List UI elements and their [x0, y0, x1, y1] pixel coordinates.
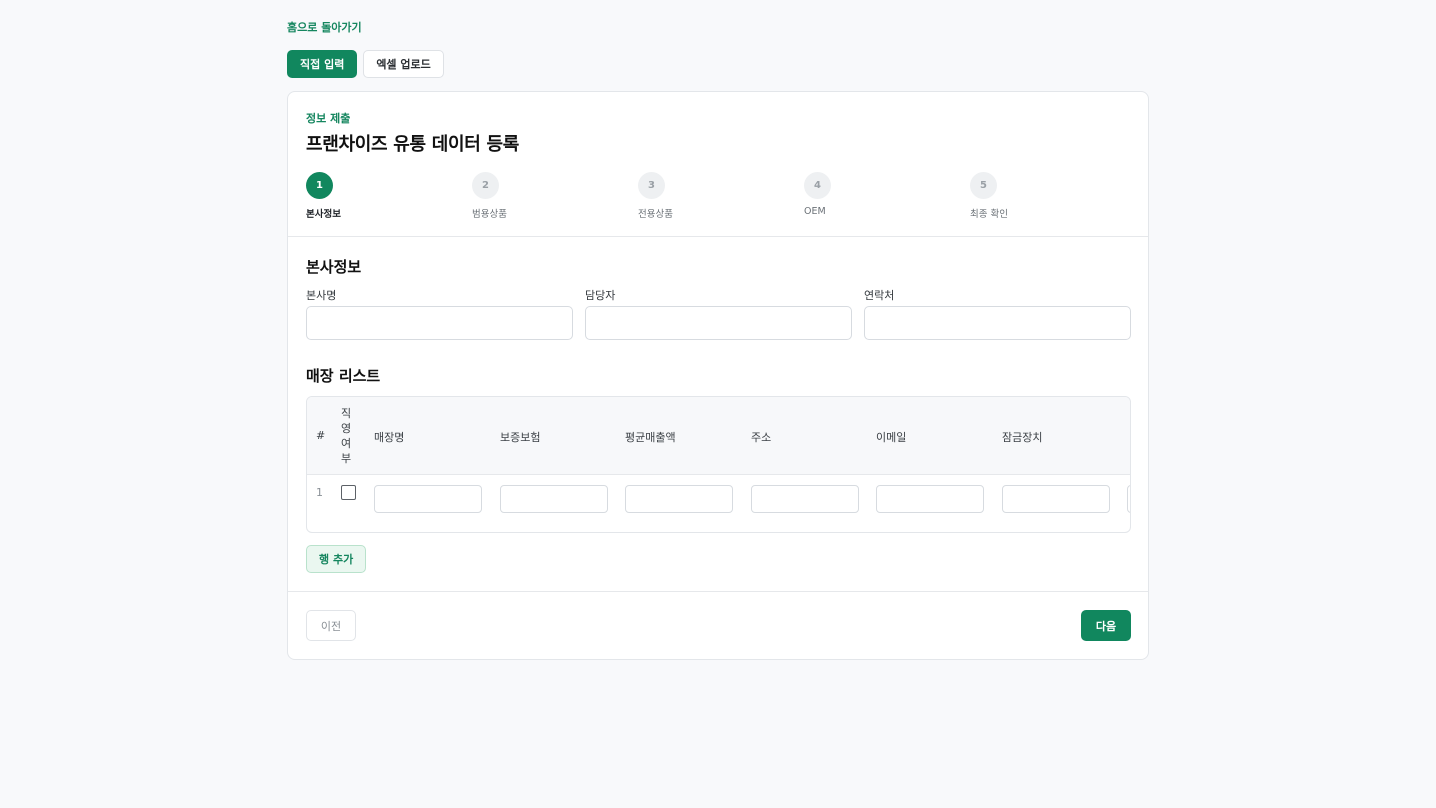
- step-4: 4 OEM: [804, 172, 924, 217]
- field-label: 담당자: [585, 289, 616, 302]
- manager-field: 담당자: [585, 287, 852, 340]
- step-label: 본사정보: [306, 209, 341, 220]
- col-insurance: 보증보험: [500, 431, 541, 444]
- step-5: 5 최종 확인: [970, 172, 1090, 220]
- store-table[interactable]: # 직영여부 매장명 보증보험 평균매출액 주소 이메일 잠금장치 1: [306, 396, 1131, 533]
- step-2: 2 범용상품: [472, 172, 592, 220]
- footer-divider: [288, 591, 1148, 592]
- store-name-input[interactable]: [374, 485, 482, 513]
- step-number: 1: [306, 172, 333, 199]
- tab-direct-input[interactable]: 직접 입력: [287, 50, 358, 78]
- field-label: 연락처: [864, 289, 895, 302]
- address-input[interactable]: [751, 485, 859, 513]
- registration-card: 정보 제출 프랜차이즈 유통 데이터 등록 1 본사정보 2 범용상품 3 전용…: [287, 91, 1149, 660]
- col-email: 이메일: [876, 431, 907, 444]
- hq-name-input[interactable]: [306, 306, 573, 340]
- step-3: 3 전용상품: [638, 172, 758, 220]
- step-1: 1 본사정보: [306, 172, 426, 220]
- next-button[interactable]: 다음: [1081, 610, 1131, 641]
- input-mode-tabs: 직접 입력 엑셀 업로드: [287, 50, 444, 78]
- avg-sales-input[interactable]: [625, 485, 733, 513]
- prev-button[interactable]: 이전: [306, 610, 356, 641]
- direct-checkbox[interactable]: [341, 485, 356, 500]
- row-index: 1: [316, 486, 323, 499]
- hq-name-field: 본사명: [306, 287, 573, 340]
- contact-input[interactable]: [864, 306, 1131, 340]
- tab-excel-upload[interactable]: 엑셀 업로드: [363, 50, 444, 78]
- col-index: #: [316, 429, 326, 442]
- step-label: 범용상품: [472, 209, 507, 220]
- insurance-input[interactable]: [500, 485, 608, 513]
- col-store-name: 매장명: [374, 431, 405, 444]
- overflow-cell-input[interactable]: [1127, 485, 1130, 513]
- step-label: 최종 확인: [970, 209, 1008, 220]
- step-number: 2: [472, 172, 499, 199]
- step-number: 5: [970, 172, 997, 199]
- manager-input[interactable]: [585, 306, 852, 340]
- lock-input[interactable]: [1002, 485, 1110, 513]
- col-address: 주소: [751, 431, 772, 444]
- email-input[interactable]: [876, 485, 984, 513]
- step-number: 3: [638, 172, 665, 199]
- step-number: 4: [804, 172, 831, 199]
- col-avg-sales: 평균매출액: [625, 431, 676, 444]
- contact-field: 연락처: [864, 287, 1131, 340]
- card-header: 정보 제출 프랜차이즈 유통 데이터 등록 1 본사정보 2 범용상품 3 전용…: [288, 92, 1148, 237]
- store-list-title: 매장 리스트: [306, 367, 381, 385]
- step-label: 전용상품: [638, 209, 673, 220]
- step-label: OEM: [804, 206, 826, 217]
- table-header: # 직영여부 매장명 보증보험 평균매출액 주소 이메일 잠금장치: [307, 397, 1130, 475]
- page-title: 프랜차이즈 유통 데이터 등록: [306, 134, 520, 155]
- eyebrow-label: 정보 제출: [306, 112, 351, 125]
- add-row-button[interactable]: 행 추가: [306, 545, 367, 573]
- hq-section-title: 본사정보: [306, 258, 362, 276]
- col-direct: 직영여부: [341, 407, 352, 465]
- back-to-home-link[interactable]: 홈으로 돌아가기: [287, 19, 362, 35]
- field-label: 본사명: [306, 289, 337, 302]
- col-lock: 잠금장치: [1002, 431, 1043, 444]
